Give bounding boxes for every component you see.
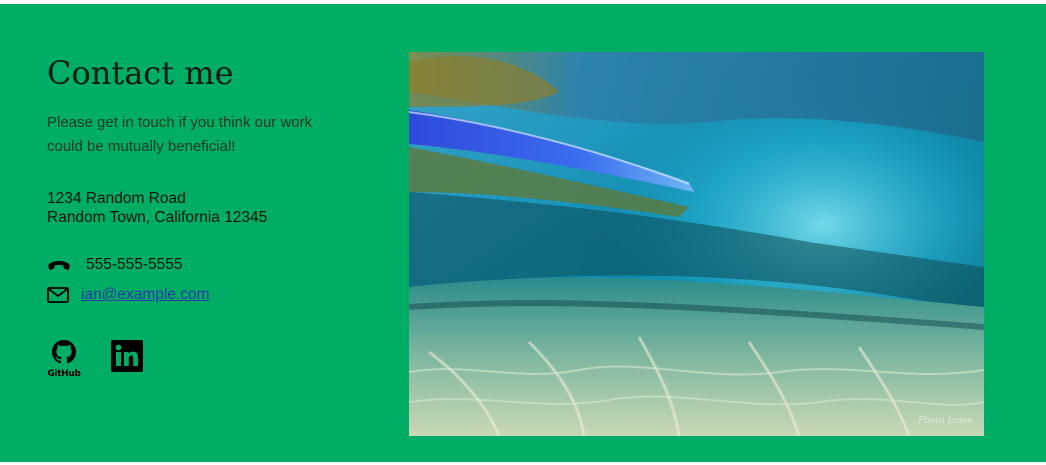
underwater-wave-image: [409, 52, 984, 436]
github-icon: [52, 340, 76, 369]
intro-text: Please get in touch if you think our wor…: [47, 114, 313, 155]
contact-section: Contact me Please get in touch if you th…: [0, 4, 1046, 462]
linkedin-icon: [111, 340, 143, 377]
github-label: GitHub: [47, 369, 81, 379]
ocean-wave-photo: Photo Jones: [409, 52, 984, 436]
phone-number: 555-555-5555: [86, 256, 183, 273]
address-line-1: 1234 Random Road: [47, 190, 186, 207]
linkedin-link[interactable]: [111, 340, 143, 377]
email-link[interactable]: ian@example.com: [81, 286, 210, 304]
social-links: GitHub: [47, 340, 143, 379]
mail-icon: [47, 287, 69, 303]
page-title: Contact me: [47, 54, 234, 92]
phone-icon: [47, 259, 71, 271]
address-line-2: Random Town, California 12345: [47, 209, 268, 226]
github-link[interactable]: GitHub: [47, 340, 81, 379]
email-row: ian@example.com: [47, 286, 210, 304]
postal-address: 1234 Random Road Random Town, California…: [47, 189, 267, 227]
phone-row: 555-555-5555: [47, 256, 183, 274]
photo-watermark: Photo Jones: [918, 416, 972, 426]
